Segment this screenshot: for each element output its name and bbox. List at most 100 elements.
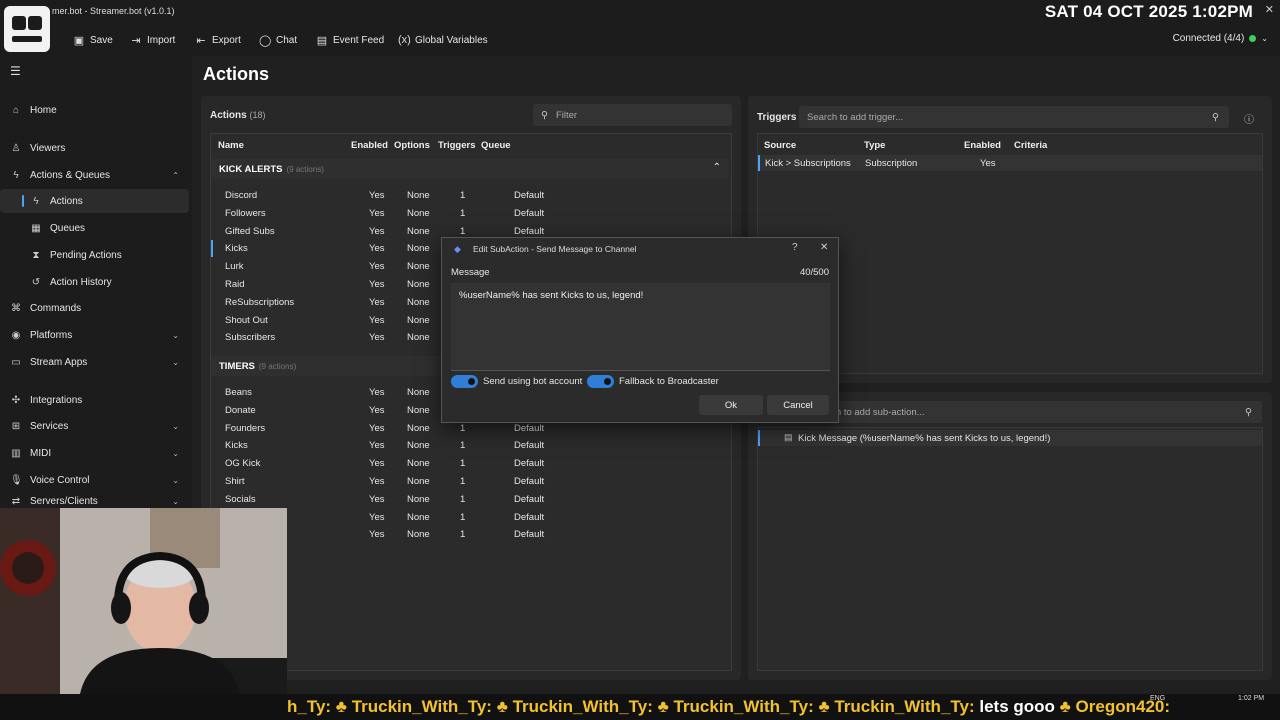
sidebar-item-stream-apps[interactable]: ▭ Stream Apps ⌄ — [0, 350, 189, 374]
cell-enabled: Yes — [369, 261, 385, 273]
queue-icon: ▦ — [31, 222, 41, 234]
hamburger-menu-icon[interactable]: ☰ — [10, 64, 21, 78]
cell-enabled: Yes — [369, 279, 385, 290]
feed-icon: ▤ — [316, 34, 328, 47]
cell-options: None — [407, 190, 430, 201]
cell-options: None — [407, 207, 430, 219]
subaction-search-input[interactable]: rch to add sub-action... ⚲ — [820, 401, 1262, 423]
group-header-kick-alerts[interactable]: KICK ALERTS (9 actions) ⌃ — [211, 159, 729, 179]
taskbar-time[interactable]: 1:02 PM — [1238, 695, 1264, 702]
cell-name: Subscribers — [225, 332, 276, 344]
cell-options: None — [407, 225, 430, 237]
sidebar-item-services[interactable]: ⊞ Services ⌄ — [0, 414, 189, 438]
export-icon: ⇤ — [196, 34, 206, 47]
col-header-trigger-enabled[interactable]: Enabled — [964, 140, 1001, 151]
chat-button[interactable]: ◯ Chat — [259, 33, 297, 47]
close-icon[interactable]: ✕ — [820, 242, 828, 253]
trigger-row[interactable]: Kick > Subscriptions Subscription Yes — [758, 155, 1262, 171]
app-icon: ◆ — [454, 244, 461, 254]
message-textarea[interactable]: %userName% has sent Kicks to us, legend! — [451, 283, 830, 371]
sidebar-item-commands[interactable]: ⌘ Commands — [0, 296, 189, 320]
cell-name: OG Kick — [225, 458, 261, 470]
sidebar-item-actions[interactable]: ϟ Actions — [0, 189, 189, 213]
global-variables-button[interactable]: (x) Global Variables — [398, 33, 488, 47]
cell-queue: Default — [514, 440, 545, 452]
cell-enabled: Yes — [369, 440, 385, 452]
sidebar-item-pending-actions[interactable]: ⧗ Pending Actions — [0, 243, 189, 267]
cell-triggers: 1 — [460, 511, 466, 523]
sidebar-item-servers-clients[interactable]: ⇄ Servers/Clients ⌄ — [0, 494, 189, 508]
ok-button[interactable]: Ok — [699, 395, 763, 415]
cell-enabled: Yes — [369, 314, 385, 326]
history-icon: ↺ — [31, 276, 41, 288]
cell-enabled: Yes — [369, 296, 385, 308]
ticker-text: h_Ty: ♣ Truckin_With_Ty: ♣ Truckin_With_… — [287, 697, 1171, 716]
connection-status[interactable]: Connected (4/4) ⌄ — [1173, 33, 1268, 44]
col-header-options[interactable]: Options — [394, 140, 430, 151]
cell-queue: Default — [514, 511, 545, 523]
export-button[interactable]: ⇤ Export — [195, 33, 241, 47]
col-header-criteria[interactable]: Criteria — [1014, 140, 1047, 151]
sidebar-item-queues[interactable]: ▦ Queues — [0, 216, 189, 240]
cell-options: None — [407, 261, 430, 273]
cell-name: Raid — [225, 279, 245, 290]
event-feed-button[interactable]: ▤ Event Feed — [316, 33, 384, 47]
cell-name: Kicks — [225, 440, 248, 452]
cell-queue: Default — [514, 207, 545, 219]
sidebar-item-midi[interactable]: ▥ MIDI ⌄ — [0, 441, 189, 465]
cell-enabled: Yes — [369, 225, 385, 237]
chevron-down-icon: ⌄ — [172, 330, 179, 340]
close-icon[interactable]: ✕ — [1265, 3, 1274, 16]
sidebar-item-voice-control[interactable]: 🎙 Voice Control ⌄ — [0, 468, 189, 492]
cell-name: Shirt — [225, 476, 245, 487]
col-header-source[interactable]: Source — [764, 140, 796, 151]
cell-enabled: Yes — [369, 511, 385, 523]
cell-triggers: 1 — [460, 529, 466, 541]
info-icon[interactable]: ⓘ — [1244, 111, 1254, 126]
col-header-triggers[interactable]: Triggers — [438, 140, 476, 151]
cell-enabled: Yes — [369, 493, 385, 505]
cell-name: Followers — [225, 207, 266, 219]
title-bar: mer.bot - Streamer.bot (v1.0.1) ▣ Save ⇥ I… — [0, 0, 1280, 56]
cell-name: Shout Out — [225, 314, 268, 326]
col-header-name[interactable]: Name — [218, 140, 244, 151]
import-button[interactable]: ⇥ Import — [130, 33, 175, 47]
cell-queue: Default — [514, 493, 545, 505]
search-icon: ⚲ — [541, 109, 548, 121]
cell-name: Lurk — [225, 261, 244, 273]
save-button[interactable]: ▣ Save — [73, 33, 113, 47]
filter-input[interactable]: ⚲ Filter — [533, 104, 732, 126]
sidebar-item-integrations[interactable]: ✣ Integrations — [0, 388, 189, 412]
cell-triggers: 1 — [460, 493, 466, 505]
sidebar-item-action-history[interactable]: ↺ Action History — [0, 270, 189, 294]
help-icon[interactable]: ? — [792, 242, 798, 253]
cell-options: None — [407, 296, 430, 308]
cell-name: Discord — [225, 190, 258, 201]
fallback-toggle[interactable] — [587, 375, 614, 388]
triggers-label: Triggers — [757, 112, 797, 123]
cancel-button[interactable]: Cancel — [767, 395, 829, 415]
cell-queue: Default — [514, 422, 545, 434]
subaction-item[interactable]: ▤ Kick Message (%userName% has sent Kick… — [758, 430, 1262, 446]
sidebar-item-home[interactable]: ⌂ Home — [0, 98, 189, 122]
send-bot-toggle[interactable] — [451, 375, 478, 388]
sidebar-item-platforms[interactable]: ◉ Platforms ⌄ — [0, 323, 189, 347]
col-header-queue[interactable]: Queue — [481, 140, 511, 151]
services-icon: ⊞ — [11, 420, 21, 432]
taskbar-lang[interactable]: ENG — [1150, 695, 1165, 702]
message-label: Message — [451, 267, 490, 278]
sidebar-item-viewers[interactable]: ♙ Viewers — [0, 136, 189, 160]
sidebar-item-actions-queues[interactable]: ϟ Actions & Queues ⌃ — [0, 163, 189, 187]
char-count: 40/500 — [799, 267, 829, 278]
dialog-title: Edit SubAction - Send Message to Channel — [473, 244, 637, 254]
cell-enabled: Yes — [369, 207, 385, 219]
col-header-type[interactable]: Type — [864, 140, 885, 151]
search-icon: ⚲ — [1245, 406, 1252, 418]
midi-icon: ▥ — [11, 447, 21, 459]
chevron-down-icon: ⌄ — [1261, 34, 1268, 43]
clock-overlay: SAT 04 OCT 2025 1:02PM — [1044, 2, 1253, 21]
send-bot-label: Send using bot account — [483, 376, 583, 387]
cell-options: None — [407, 476, 430, 487]
col-header-enabled[interactable]: Enabled — [351, 140, 388, 151]
trigger-search-input[interactable]: Search to add trigger... ⚲ — [799, 106, 1229, 128]
